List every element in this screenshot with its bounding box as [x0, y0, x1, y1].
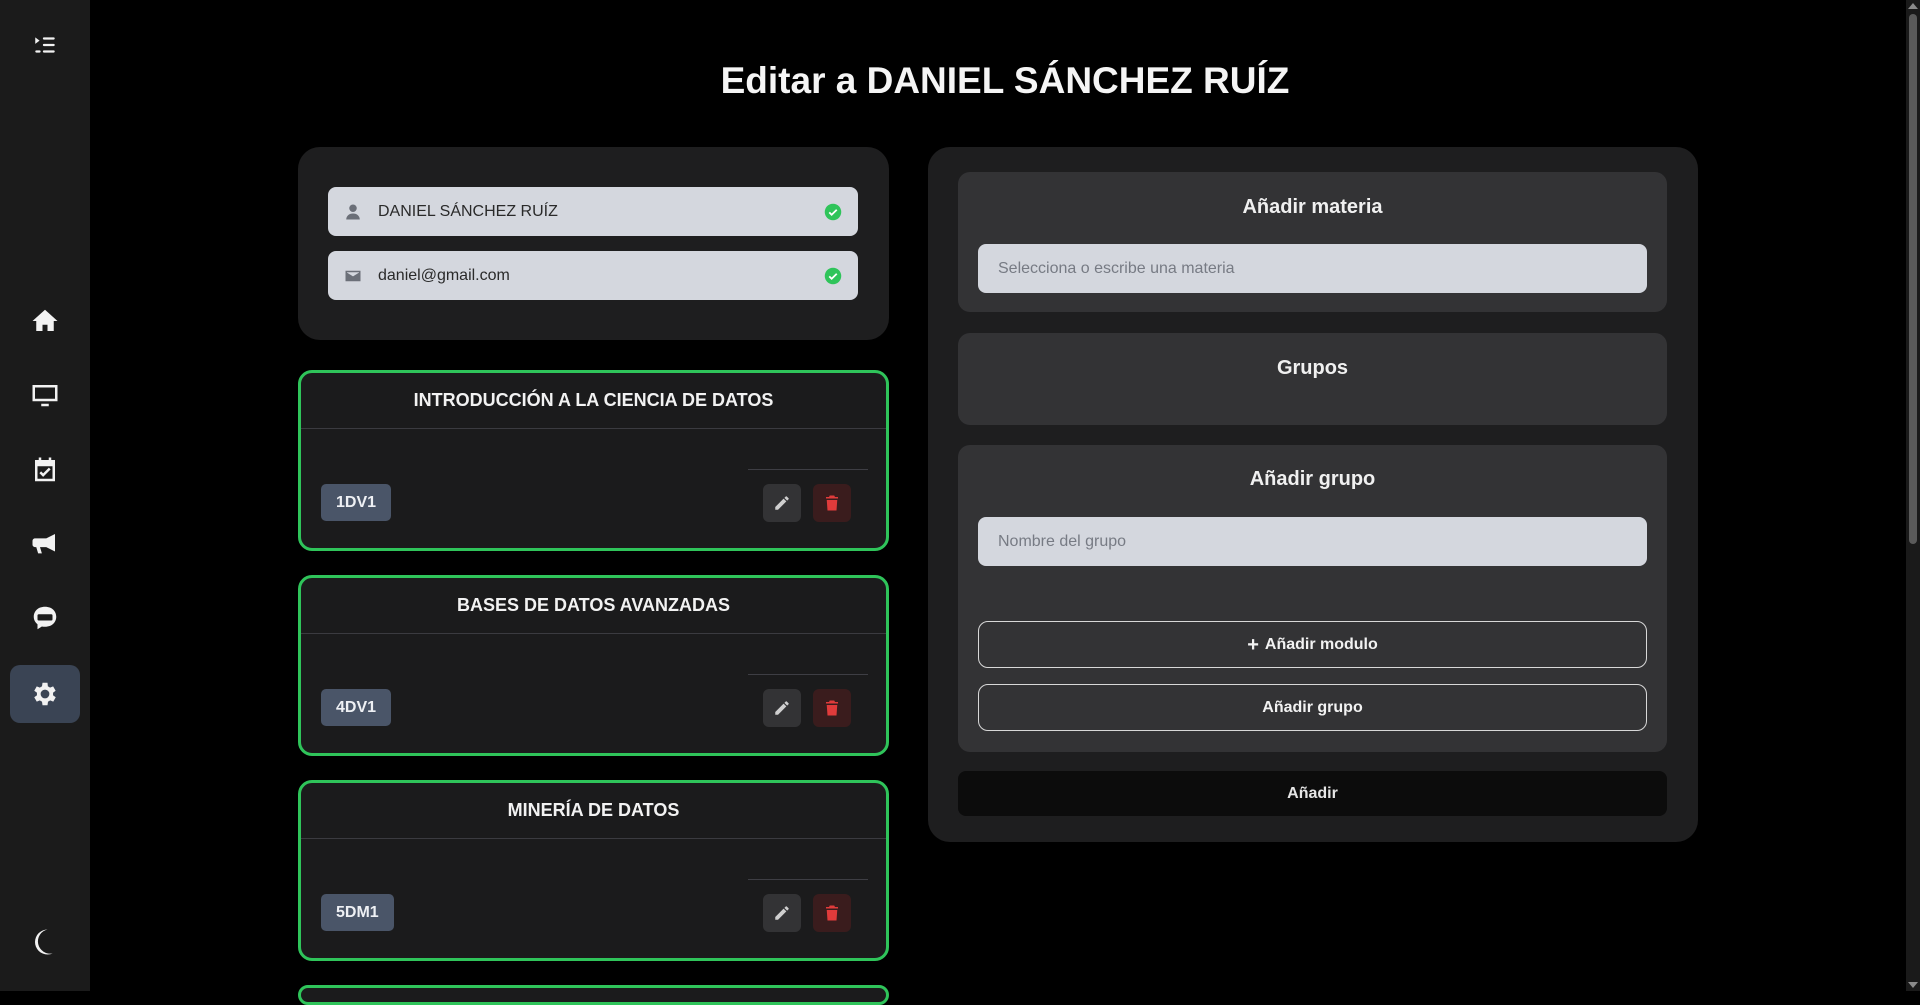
- add-group-label: Añadir grupo: [1262, 698, 1363, 716]
- subject-card: INTRODUCCIÓN A LA CIENCIA DE DATOS 1DV1: [298, 370, 889, 551]
- add-group-title: Añadir grupo: [1249, 468, 1376, 490]
- home-icon: [32, 309, 58, 331]
- theme-toggle[interactable]: [10, 913, 80, 971]
- nav-monitor[interactable]: [10, 366, 80, 424]
- edit-button[interactable]: [763, 484, 801, 522]
- subject-title: BASES DE DATOS AVANZADAS: [301, 578, 886, 634]
- delete-button[interactable]: [813, 689, 851, 727]
- add-subject-panel: Añadir materia Grupos Añadir grupo + Aña…: [928, 147, 1698, 842]
- subject-card-partial: [298, 985, 889, 1005]
- scroll-up-arrow[interactable]: [1908, 3, 1918, 9]
- trash-icon: [826, 905, 838, 921]
- pencil-icon: [775, 906, 789, 920]
- moon-icon: [35, 929, 53, 955]
- edit-button[interactable]: [763, 689, 801, 727]
- submit-button[interactable]: Añadir: [958, 771, 1667, 816]
- check-circle-icon: [824, 267, 842, 284]
- groups-section: Grupos: [958, 333, 1667, 425]
- add-module-label: Añadir modulo: [1264, 635, 1378, 653]
- nav-announcements[interactable]: [10, 515, 80, 573]
- nav-chat[interactable]: [10, 589, 80, 647]
- delete-button[interactable]: [813, 894, 851, 932]
- add-group-button[interactable]: Añadir grupo: [978, 684, 1647, 731]
- add-module-button[interactable]: + Añadir modulo: [978, 621, 1647, 668]
- nav-settings[interactable]: [10, 665, 80, 723]
- name-field[interactable]: DANIEL SÁNCHEZ RUÍZ: [328, 187, 858, 236]
- monitor-icon: [32, 385, 58, 407]
- subject-title: INTRODUCCIÓN A LA CIENCIA DE DATOS: [301, 373, 886, 429]
- user-icon: [346, 204, 360, 219]
- collapse-menu-button[interactable]: [10, 16, 80, 74]
- pencil-icon: [775, 496, 789, 510]
- subject-card: BASES DE DATOS AVANZADAS 4DV1: [298, 575, 889, 756]
- group-chip[interactable]: 1DV1: [321, 484, 392, 521]
- megaphone-icon: [32, 534, 55, 554]
- check-circle-icon: [824, 203, 842, 220]
- group-chip[interactable]: 5DM1: [321, 894, 394, 931]
- submit-label: Añadir: [1287, 784, 1338, 802]
- trash-icon: [826, 495, 838, 511]
- subject-card: MINERÍA DE DATOS 5DM1: [298, 780, 889, 961]
- profile-card: DANIEL SÁNCHEZ RUÍZ daniel@gmail.com: [298, 147, 889, 340]
- nav-calendar[interactable]: [10, 441, 80, 499]
- group-name-input[interactable]: [978, 517, 1647, 566]
- divider: [748, 879, 868, 880]
- calendar-check-icon: [35, 457, 55, 482]
- trash-icon: [826, 700, 838, 716]
- email-field[interactable]: daniel@gmail.com: [328, 251, 858, 300]
- page-title: Editar a DANIEL SÁNCHEZ RUÍZ: [720, 60, 1290, 101]
- collapse-menu-icon: [35, 37, 55, 53]
- email-value: daniel@gmail.com: [378, 266, 510, 284]
- divider: [748, 674, 868, 675]
- delete-button[interactable]: [813, 484, 851, 522]
- sidebar: [0, 0, 90, 991]
- add-group-section: Añadir grupo + Añadir modulo Añadir grup…: [958, 445, 1667, 752]
- divider: [748, 469, 868, 470]
- nav-home[interactable]: [10, 292, 80, 350]
- pencil-icon: [775, 701, 789, 715]
- envelope-icon: [345, 270, 361, 281]
- chat-bot-icon: [33, 606, 57, 630]
- plus-icon: +: [1247, 633, 1259, 656]
- subject-title: MINERÍA DE DATOS: [301, 783, 886, 839]
- subject-input[interactable]: [978, 244, 1647, 293]
- name-value: DANIEL SÁNCHEZ RUÍZ: [378, 202, 558, 220]
- gear-icon: [34, 682, 56, 706]
- groups-title: Grupos: [1276, 357, 1349, 379]
- edit-button[interactable]: [763, 894, 801, 932]
- scrollbar[interactable]: [1906, 0, 1920, 991]
- scroll-thumb[interactable]: [1909, 14, 1917, 544]
- add-subject-title: Añadir materia: [1242, 196, 1383, 218]
- scroll-down-arrow[interactable]: [1908, 982, 1918, 988]
- group-chip[interactable]: 4DV1: [321, 689, 392, 726]
- add-subject-section: Añadir materia: [958, 172, 1667, 312]
